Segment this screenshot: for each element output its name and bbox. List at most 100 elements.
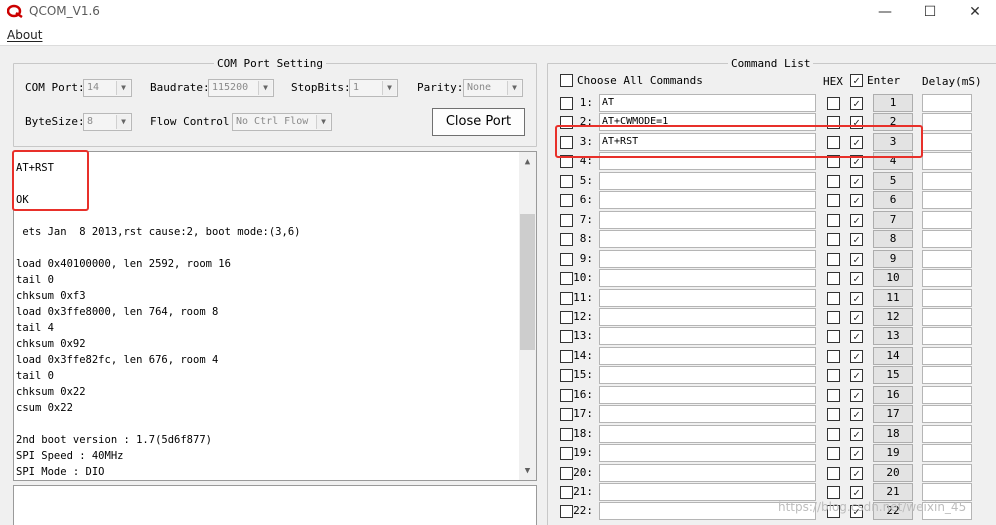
- scroll-down-icon[interactable]: ▼: [519, 463, 536, 480]
- send-command-button[interactable]: 12: [873, 308, 913, 326]
- delay-input[interactable]: [922, 269, 972, 287]
- send-command-button[interactable]: 13: [873, 327, 913, 345]
- command-input[interactable]: AT+CWMODE=1: [599, 113, 816, 131]
- send-command-button[interactable]: 11: [873, 289, 913, 307]
- hex-checkbox[interactable]: [827, 253, 840, 266]
- enter-all-checkbox[interactable]: ✓: [850, 74, 863, 87]
- enter-checkbox[interactable]: ✓: [850, 136, 863, 149]
- delay-input[interactable]: [922, 308, 972, 326]
- delay-input[interactable]: [922, 133, 972, 151]
- delay-input[interactable]: [922, 152, 972, 170]
- bytesize-select[interactable]: 8 ▼: [83, 113, 132, 131]
- parity-select[interactable]: None ▼: [463, 79, 523, 97]
- hex-checkbox[interactable]: [827, 311, 840, 324]
- send-command-button[interactable]: 16: [873, 386, 913, 404]
- command-input[interactable]: [599, 250, 816, 268]
- delay-input[interactable]: [922, 483, 972, 501]
- send-input-area[interactable]: [13, 485, 537, 525]
- enter-checkbox[interactable]: ✓: [850, 350, 863, 363]
- enter-checkbox[interactable]: ✓: [850, 272, 863, 285]
- hex-checkbox[interactable]: [827, 97, 840, 110]
- delay-input[interactable]: [922, 405, 972, 423]
- menu-about[interactable]: About: [7, 28, 42, 42]
- send-command-button[interactable]: 20: [873, 464, 913, 482]
- send-command-button[interactable]: 6: [873, 191, 913, 209]
- hex-checkbox[interactable]: [827, 389, 840, 402]
- enter-checkbox[interactable]: ✓: [850, 292, 863, 305]
- enter-checkbox[interactable]: ✓: [850, 467, 863, 480]
- choose-all-checkbox[interactable]: [560, 74, 573, 87]
- enter-checkbox[interactable]: ✓: [850, 233, 863, 246]
- hex-checkbox[interactable]: [827, 116, 840, 129]
- hex-checkbox[interactable]: [827, 467, 840, 480]
- delay-input[interactable]: [922, 113, 972, 131]
- command-input[interactable]: [599, 464, 816, 482]
- enter-checkbox[interactable]: ✓: [850, 97, 863, 110]
- delay-input[interactable]: [922, 211, 972, 229]
- hex-checkbox[interactable]: [827, 194, 840, 207]
- delay-input[interactable]: [922, 250, 972, 268]
- send-command-button[interactable]: 18: [873, 425, 913, 443]
- delay-input[interactable]: [922, 172, 972, 190]
- enter-checkbox[interactable]: ✓: [850, 330, 863, 343]
- hex-checkbox[interactable]: [827, 233, 840, 246]
- send-command-button[interactable]: 7: [873, 211, 913, 229]
- send-command-button[interactable]: 17: [873, 405, 913, 423]
- hex-checkbox[interactable]: [827, 428, 840, 441]
- send-command-button[interactable]: 21: [873, 483, 913, 501]
- flow-control-select[interactable]: No Ctrl Flow ▼: [232, 113, 332, 131]
- command-input[interactable]: [599, 405, 816, 423]
- send-command-button[interactable]: 4: [873, 152, 913, 170]
- hex-checkbox[interactable]: [827, 408, 840, 421]
- send-command-button[interactable]: 3: [873, 133, 913, 151]
- hex-checkbox[interactable]: [827, 447, 840, 460]
- command-input[interactable]: AT+RST: [599, 133, 816, 151]
- command-input[interactable]: [599, 483, 816, 501]
- hex-checkbox[interactable]: [827, 292, 840, 305]
- send-command-button[interactable]: 15: [873, 366, 913, 384]
- enter-checkbox[interactable]: ✓: [850, 369, 863, 382]
- command-input[interactable]: [599, 366, 816, 384]
- enter-checkbox[interactable]: ✓: [850, 194, 863, 207]
- scroll-thumb[interactable]: [520, 214, 535, 350]
- command-input[interactable]: [599, 347, 816, 365]
- close-window-button[interactable]: ✕: [952, 0, 996, 26]
- close-port-button[interactable]: Close Port: [432, 108, 525, 136]
- hex-checkbox[interactable]: [827, 369, 840, 382]
- delay-input[interactable]: [922, 191, 972, 209]
- command-input[interactable]: [599, 152, 816, 170]
- hex-checkbox[interactable]: [827, 175, 840, 188]
- baudrate-select[interactable]: 115200 ▼: [208, 79, 274, 97]
- command-input[interactable]: [599, 211, 816, 229]
- delay-input[interactable]: [922, 464, 972, 482]
- enter-checkbox[interactable]: ✓: [850, 486, 863, 499]
- maximize-button[interactable]: ☐: [907, 0, 953, 26]
- receive-log[interactable]: AT+RST OK ets Jan 8 2013,rst cause:2, boo…: [13, 151, 537, 481]
- hex-checkbox[interactable]: [827, 136, 840, 149]
- delay-input[interactable]: [922, 230, 972, 248]
- send-command-button[interactable]: 5: [873, 172, 913, 190]
- send-command-button[interactable]: 10: [873, 269, 913, 287]
- command-input[interactable]: [599, 289, 816, 307]
- send-command-button[interactable]: 19: [873, 444, 913, 462]
- command-input[interactable]: [599, 191, 816, 209]
- delay-input[interactable]: [922, 366, 972, 384]
- log-scrollbar[interactable]: ▲ ▼: [519, 152, 536, 480]
- delay-input[interactable]: [922, 444, 972, 462]
- com-port-select[interactable]: 14 ▼: [83, 79, 132, 97]
- command-input[interactable]: [599, 425, 816, 443]
- delay-input[interactable]: [922, 327, 972, 345]
- hex-checkbox[interactable]: [827, 155, 840, 168]
- hex-checkbox[interactable]: [827, 272, 840, 285]
- delay-input[interactable]: [922, 289, 972, 307]
- delay-input[interactable]: [922, 386, 972, 404]
- command-input[interactable]: [599, 386, 816, 404]
- enter-checkbox[interactable]: ✓: [850, 447, 863, 460]
- command-input[interactable]: [599, 327, 816, 345]
- hex-checkbox[interactable]: [827, 486, 840, 499]
- delay-input[interactable]: [922, 425, 972, 443]
- enter-checkbox[interactable]: ✓: [850, 428, 863, 441]
- enter-checkbox[interactable]: ✓: [850, 408, 863, 421]
- command-input[interactable]: [599, 230, 816, 248]
- enter-checkbox[interactable]: ✓: [850, 214, 863, 227]
